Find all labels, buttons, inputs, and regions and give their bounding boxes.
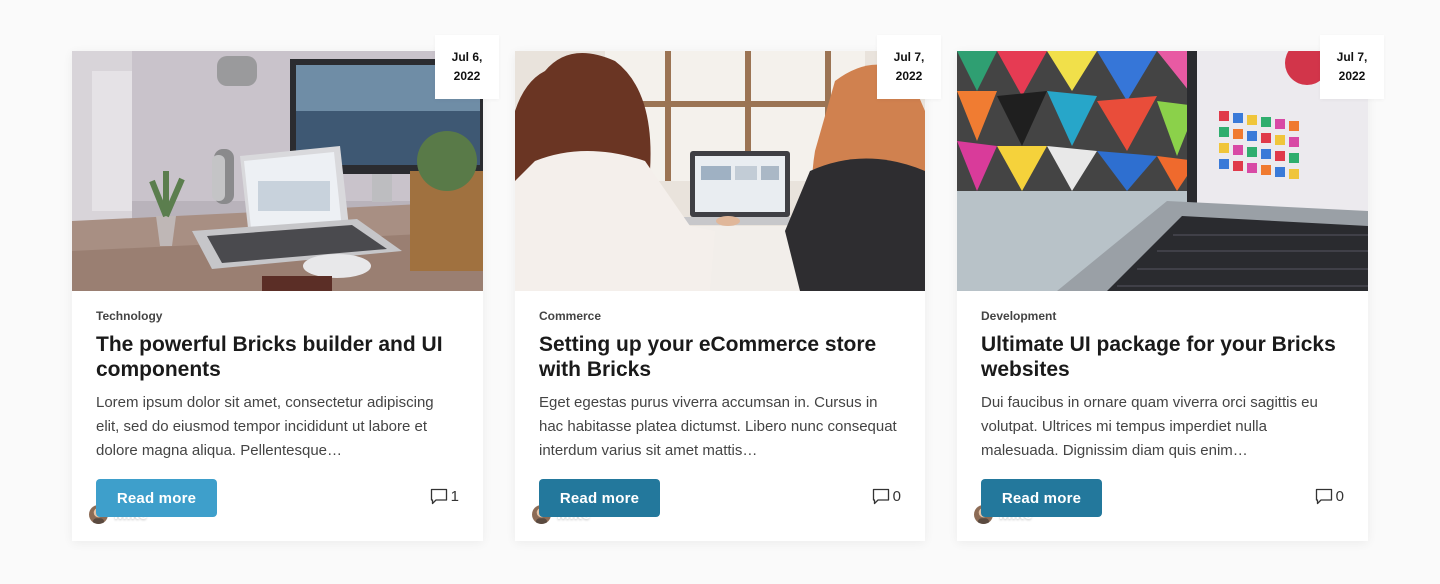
comment-icon: [430, 488, 447, 505]
comment-count-value: 0: [892, 488, 901, 505]
read-more-button[interactable]: Read more: [981, 479, 1102, 517]
date-line-2: 2022: [453, 69, 481, 83]
two-women-laptop-photo: [515, 51, 925, 291]
post-excerpt: Dui faucibus in ornare quam viverra orci…: [981, 394, 1318, 459]
post-date-badge: Jul 7, 2022: [1320, 35, 1384, 99]
post-category[interactable]: Commerce: [539, 309, 901, 323]
post-category[interactable]: Technology: [96, 309, 459, 323]
post-card: Mike Jul 7, 2022 Development Ultimate UI…: [957, 35, 1384, 541]
post-featured-image[interactable]: [515, 51, 925, 291]
post-date-badge: Jul 6, 2022: [435, 35, 499, 99]
post-excerpt: Eget egestas purus viverra accumsan in. …: [539, 394, 897, 459]
post-card: Mike Jul 7, 2022 Commerce Setting up you…: [515, 35, 941, 541]
post-featured-image[interactable]: [72, 51, 483, 291]
post-card: Mike Jul 6, 2022 Technology The powerful…: [72, 35, 499, 541]
desk-workspace-photo: [72, 51, 483, 291]
comment-count[interactable]: 0: [1315, 488, 1344, 505]
comment-count-value: 0: [1335, 488, 1344, 505]
comment-icon: [1315, 488, 1332, 505]
comment-count[interactable]: 0: [872, 488, 901, 505]
post-date-badge: Jul 7, 2022: [877, 35, 941, 99]
read-more-button[interactable]: Read more: [96, 479, 217, 517]
date-line-1: Jul 7,: [1336, 50, 1368, 64]
read-more-button[interactable]: Read more: [539, 479, 660, 517]
post-category[interactable]: Development: [981, 309, 1344, 323]
post-title[interactable]: Ultimate UI package for your Bricks webs…: [981, 332, 1344, 382]
post-title[interactable]: The powerful Bricks builder and UI compo…: [96, 332, 459, 382]
comment-icon: [872, 488, 889, 505]
laptop-colorful-art-photo: [957, 51, 1368, 291]
date-line-1: Jul 6,: [451, 50, 483, 64]
comment-count-value: 1: [450, 488, 459, 505]
post-title[interactable]: Setting up your eCommerce store with Bri…: [539, 332, 901, 382]
post-featured-image[interactable]: [957, 51, 1368, 291]
post-excerpt: Lorem ipsum dolor sit amet, consectetur …: [96, 394, 434, 459]
comment-count[interactable]: 1: [430, 488, 459, 505]
date-line-2: 2022: [895, 69, 923, 83]
date-line-1: Jul 7,: [893, 50, 925, 64]
date-line-2: 2022: [1338, 69, 1366, 83]
